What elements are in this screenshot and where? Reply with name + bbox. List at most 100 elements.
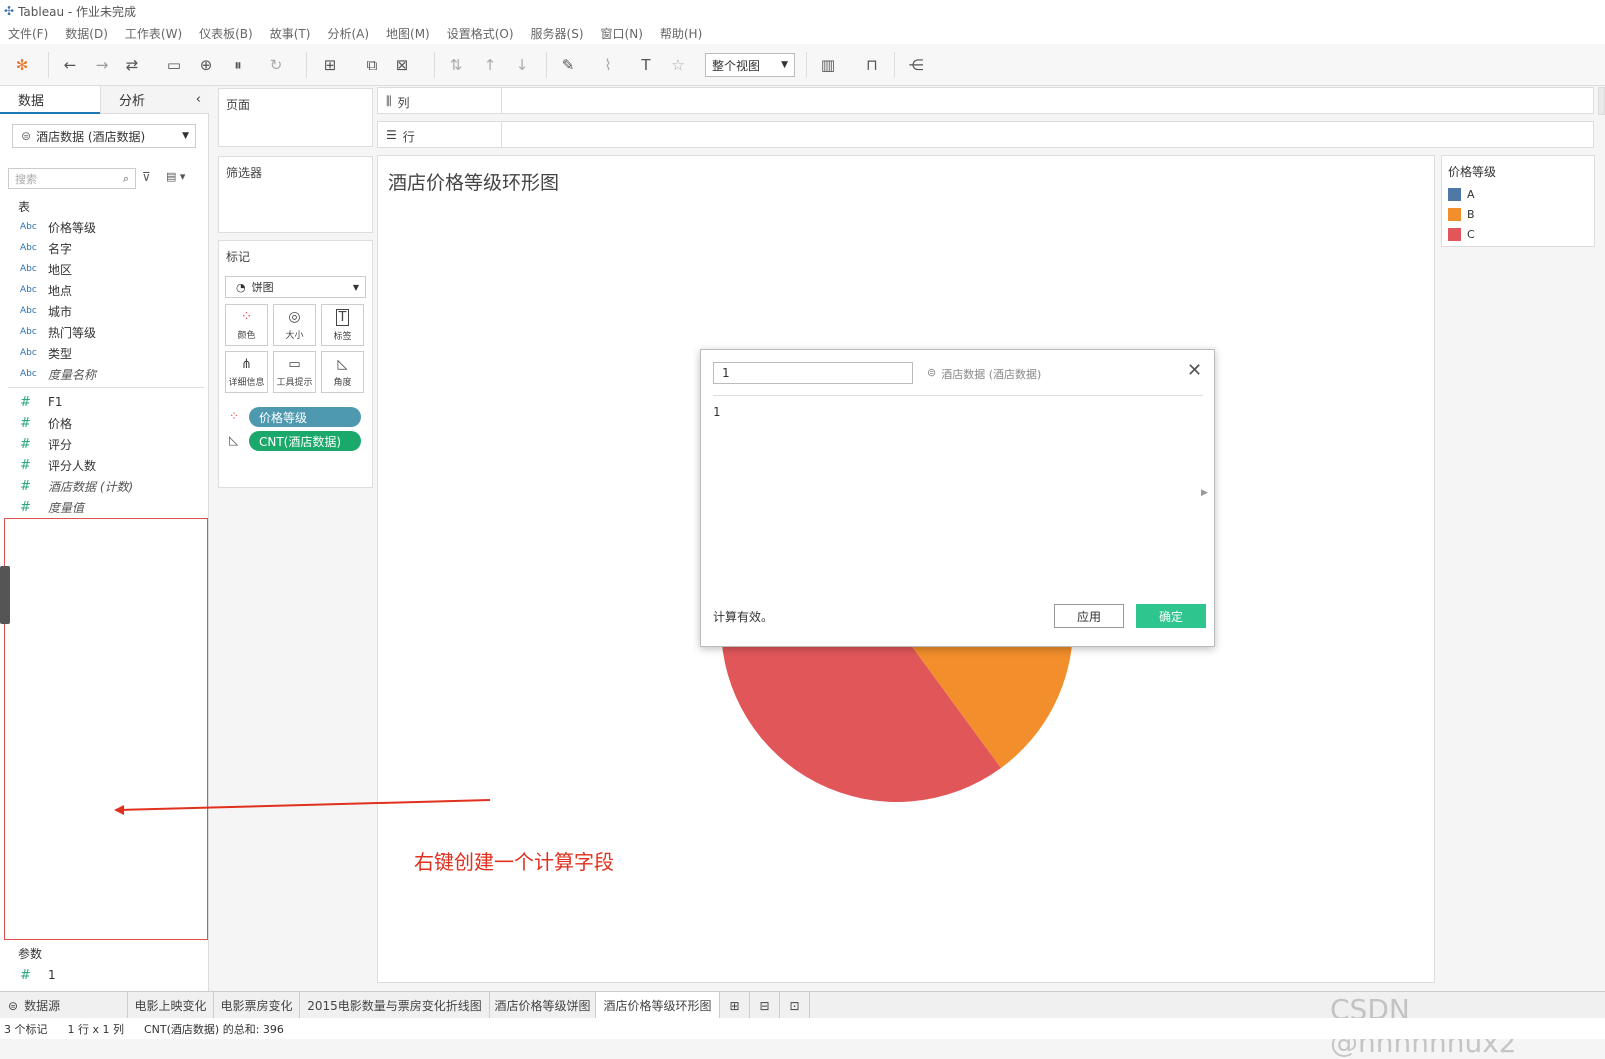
field-name[interactable]: Abc 名字 [20,238,72,258]
highlight-icon[interactable]: ✎ [558,54,578,76]
menu-dashboard[interactable]: 仪表板(B) [199,25,253,42]
parameter-item[interactable]: #1 [20,965,56,985]
field-price[interactable]: # 价格 [20,413,72,433]
detail-button[interactable]: ⋔ 详细信息 [225,351,268,393]
field-region[interactable]: Abc 地区 [20,259,72,279]
tab-datasource[interactable]: ⊜ 数据源 [0,992,128,1019]
field-measure-values[interactable]: # 度量值 [20,497,84,517]
field-location[interactable]: Abc 地点 [20,280,72,300]
formula-editor[interactable]: 1 [713,405,1193,595]
replay-icon[interactable]: ⇄ [122,54,142,76]
tab-sheet[interactable]: 电影票房变化 [214,992,300,1019]
collapse-icon[interactable]: ‹ [196,92,201,107]
menu-format[interactable]: 设置格式(O) [447,25,514,42]
search-input[interactable]: 搜索 ⌕ [8,168,136,189]
ok-button[interactable]: 确定 [1136,604,1206,628]
refresh-icon[interactable]: ↻ [266,54,286,76]
angle-button[interactable]: ◺ 角度 [321,351,364,393]
string-type-icon: Abc [20,285,37,295]
share-icon[interactable]: ⋲ [906,54,926,76]
filter-icon[interactable]: ⊽ [142,170,151,184]
expand-icon[interactable]: ▶ [1201,488,1208,498]
tab-analysis[interactable]: 分析 ‹ [100,86,209,114]
redo-icon[interactable]: → [92,54,112,76]
new-story-icon[interactable]: ⊡ [780,992,810,1019]
field-city[interactable]: Abc 城市 [20,301,72,321]
menu-file[interactable]: 文件(F) [8,25,48,42]
menu-story[interactable]: 故事(T) [270,25,311,42]
new-worksheet-icon[interactable]: ⊞ [720,992,750,1019]
legend-item-c[interactable]: C [1448,228,1475,241]
new-datasource-icon[interactable]: ⊕ [196,54,216,76]
view-mode-select[interactable]: 整个视图 ▼ [705,53,795,77]
presentation-mode-icon[interactable]: ⊓ [862,54,882,76]
menu-data[interactable]: 数据(D) [65,25,108,42]
size-icon: ◎ [288,309,301,325]
side-handle[interactable] [0,566,10,624]
mark-type-select[interactable]: ◔ 饼图 ▼ [225,276,366,298]
columns-shelf[interactable]: ⫼ 列 [377,87,1594,114]
clear-sheet-icon[interactable]: ⊠ [392,54,412,76]
tooltip-button[interactable]: ▭ 工具提示 [273,351,316,393]
sort-ascending-icon[interactable]: ↑ [480,54,500,76]
pill-price-level[interactable]: 价格等级 [249,407,361,427]
field-rating[interactable]: # 评分 [20,434,72,454]
field-measure-names[interactable]: Abc 度量名称 [20,364,96,384]
size-button[interactable]: ◎ 大小 [273,304,316,346]
status-rows-cols: 1 行 x 1 列 [67,1022,125,1036]
label-button[interactable]: T 标签 [321,304,364,346]
menu-server[interactable]: 服务器(S) [531,25,584,42]
group-icon[interactable]: ⌇ [598,54,618,76]
pill-record-count[interactable]: CNT(酒店数据) [249,431,361,451]
menu-window[interactable]: 窗口(N) [601,25,643,42]
field-price-level[interactable]: Abc 价格等级 [20,217,96,237]
number-type-icon: # [20,499,31,515]
color-button[interactable]: ⁘ 颜色 [225,304,268,346]
new-dashboard-icon[interactable]: ⊟ [750,992,780,1019]
show-labels-icon[interactable]: T [636,54,656,76]
menu-help[interactable]: 帮助(H) [660,25,702,42]
pause-updates-icon[interactable]: ⏸ [228,54,248,76]
save-icon[interactable]: ▭ [164,54,184,76]
database-icon: ⊜ [21,129,32,143]
tab-sheet-active[interactable]: 酒店价格等级环形图 [596,992,720,1019]
duplicate-sheet-icon[interactable]: ⧉ [362,54,382,76]
field-f1[interactable]: # F1 [20,392,63,412]
menu-worksheet[interactable]: 工作表(W) [125,25,182,42]
calc-name-input[interactable]: 1 [713,362,913,384]
legend-item-a[interactable]: A [1448,188,1475,201]
color-legend[interactable]: 价格等级 A B C [1441,155,1595,247]
tab-sheet[interactable]: 2015电影数量与票房变化折线图 [300,992,490,1019]
sort-descending-icon[interactable]: ↓ [512,54,532,76]
status-marks: 3 个标记 [4,1022,48,1036]
scroll-stub[interactable] [1598,87,1605,115]
close-icon[interactable]: ✕ [1187,360,1202,381]
apply-button[interactable]: 应用 [1054,604,1124,628]
chevron-down-icon: ▼ [352,282,359,292]
menu-analysis[interactable]: 分析(A) [327,25,369,42]
filters-card[interactable]: 筛选器 [218,156,373,233]
pages-card[interactable]: 页面 [218,88,373,147]
field-popularity[interactable]: Abc 热门等级 [20,322,96,342]
tab-label: 电影上映变化 [134,999,207,1013]
tab-sheet[interactable]: 酒店价格等级饼图 [490,992,596,1019]
rows-shelf[interactable]: ☰ 行 [377,121,1594,148]
legend-item-b[interactable]: B [1448,208,1475,221]
undo-icon[interactable]: ← [60,54,80,76]
search-placeholder: 搜索 [15,172,37,186]
field-type[interactable]: Abc 类型 [20,343,72,363]
view-options-icon[interactable]: ▤ ▾ [166,170,185,183]
tab-sheet[interactable]: 电影上映变化 [128,992,214,1019]
datasource-select[interactable]: ⊜ 酒店数据 (酒店数据) ▼ [12,124,196,148]
field-rating-count[interactable]: # 评分人数 [20,455,96,475]
menu-map[interactable]: 地图(M) [386,25,430,42]
shelf-divider [501,88,502,113]
show-me-icon[interactable]: ▥ [818,54,838,76]
field-record-count[interactable]: # 酒店数据 (计数) [20,476,133,496]
fix-axes-icon[interactable]: ☆ [668,54,688,76]
field-label: 酒店数据 (计数) [48,479,134,494]
tab-data[interactable]: 数据 [0,86,100,114]
swap-icon[interactable]: ⇅ [446,54,466,76]
tableau-home-icon[interactable]: ✻ [12,54,32,76]
new-sheet-icon[interactable]: ⊞ [320,54,340,76]
